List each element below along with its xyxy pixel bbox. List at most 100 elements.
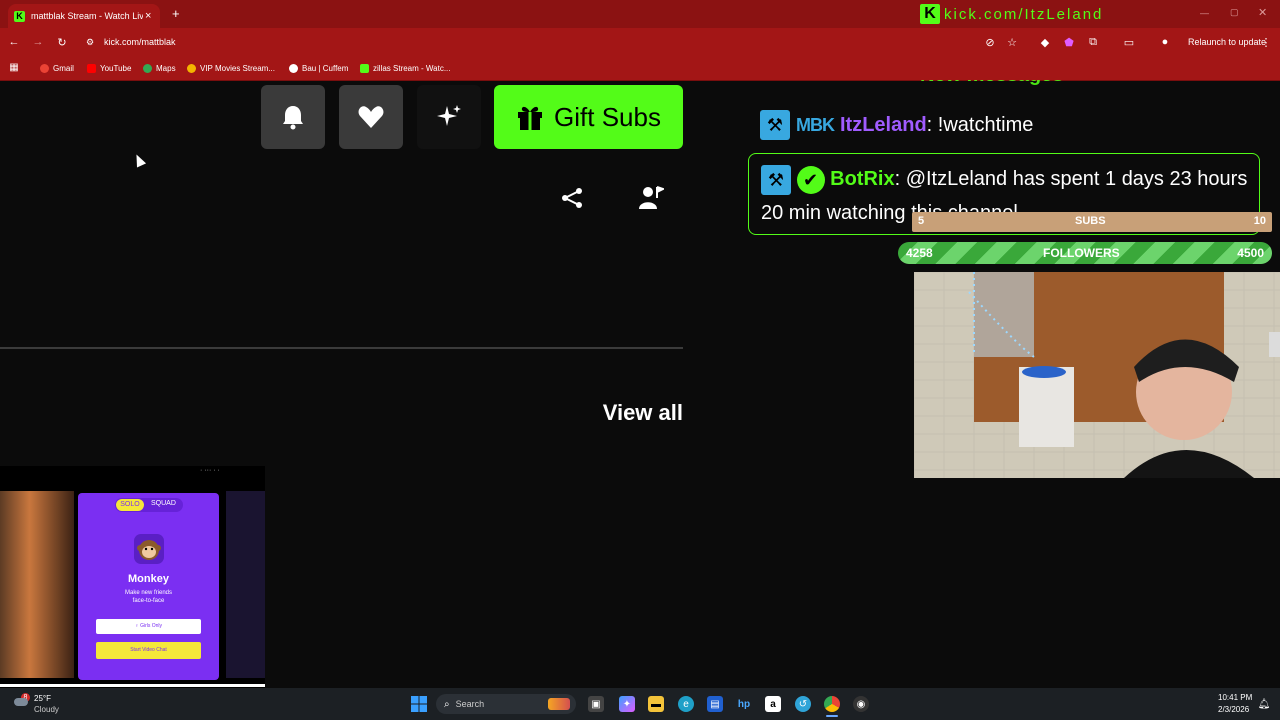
system-date[interactable]: 2/3/2026: [1218, 705, 1249, 714]
weather-widget[interactable]: 8 25°F Cloudy: [14, 692, 74, 716]
site-info-icon[interactable]: ⚙: [82, 34, 98, 50]
preview-toolbar: · ··· · ·: [200, 467, 220, 474]
verified-badge-icon: ✔: [796, 165, 825, 194]
bookmarks-bar: ▦ Gmail YouTube Maps VIP Movies Stream..…: [0, 56, 1280, 81]
bookmark-gmail[interactable]: Gmail: [40, 61, 74, 75]
system-time[interactable]: 10:41 PM: [1218, 693, 1252, 702]
profile-avatar-icon[interactable]: ●: [1157, 34, 1173, 50]
obs-recording-icon[interactable]: ◉: [853, 696, 869, 712]
tab-close-icon[interactable]: ×: [145, 10, 151, 22]
chat-text: : !watchtime: [926, 113, 1034, 136]
followers-current: 4258: [906, 246, 933, 260]
apps-grid-icon[interactable]: ▦: [6, 59, 22, 75]
bookmark-label: Bau | Cuffem: [302, 63, 349, 73]
follow-heart-button[interactable]: [339, 85, 403, 149]
bookmark-label: zillas Stream - Watc...: [373, 63, 451, 73]
browser-menu-icon[interactable]: ⋮: [1258, 34, 1274, 50]
window-minimize-icon[interactable]: —: [1200, 8, 1209, 18]
gift-subs-button[interactable]: Gift Subs: [494, 85, 683, 149]
globe-icon: [289, 63, 298, 73]
streamer-webcam: [914, 272, 1280, 478]
bookmark-zillas-stream[interactable]: zillas Stream - Watc...: [360, 61, 451, 75]
bookmark-bau-cuffem[interactable]: Bau | Cuffem: [289, 61, 348, 75]
subs-label: SUBS: [1075, 215, 1106, 227]
preview-progress: [0, 684, 265, 687]
new-tab-button[interactable]: +: [172, 6, 180, 21]
search-highlight-icon: [548, 698, 570, 710]
heart-icon: [358, 106, 384, 128]
gift-subs-label: Gift Subs: [554, 101, 661, 132]
youtube-icon: [87, 63, 96, 73]
sparkle-reward-button[interactable]: [417, 85, 481, 149]
bell-icon: [283, 106, 303, 130]
browser-tab-active[interactable]: K mattblak Stream - Watch Live c ×: [8, 4, 160, 28]
weather-condition: Cloudy: [34, 705, 59, 714]
microsoft-store-icon[interactable]: ▤: [707, 696, 723, 712]
windows-taskbar: [0, 688, 1280, 720]
bookmark-label: YouTube: [100, 63, 132, 73]
file-explorer-icon[interactable]: ▬: [648, 696, 664, 712]
monkey-subtitle-line2: face-to-face: [132, 598, 165, 604]
bookmark-label: Maps: [156, 63, 176, 73]
split-view-icon[interactable]: ▭: [1121, 34, 1137, 50]
followers-goal-bar: 4258 FOLLOWERS 4500: [898, 242, 1272, 264]
taskbar-active-indicator: [826, 715, 838, 717]
vip-icon: [187, 63, 196, 73]
preview-thumbnail[interactable]: · ··· · · SOLO SQUAD Monkey Make new fri…: [0, 466, 265, 688]
bookmark-vip-movies[interactable]: VIP Movies Stream...: [187, 61, 275, 75]
reload-icon[interactable]: ↻: [54, 34, 70, 50]
forward-arrow-icon[interactable]: →: [30, 34, 46, 50]
chat-badge: MBK: [796, 114, 835, 135]
kick-logo-icon: K: [920, 4, 940, 24]
chat-username: ItzLeland: [840, 113, 927, 136]
notification-bell-button[interactable]: [261, 85, 325, 149]
gift-icon: [518, 106, 543, 130]
tab-squad[interactable]: SQUAD: [151, 500, 176, 507]
extensions-puzzle-icon[interactable]: ⧉: [1085, 34, 1101, 50]
copilot-icon[interactable]: ✦: [619, 696, 635, 712]
bookmark-star-icon[interactable]: ☆: [1004, 34, 1020, 50]
tab-solo[interactable]: SOLO: [116, 499, 144, 511]
weather-temperature: 25°F: [34, 694, 51, 703]
back-arrow-icon[interactable]: ←: [6, 34, 22, 50]
cloud-icon: [14, 698, 28, 706]
extension-icon[interactable]: ◆: [1037, 34, 1053, 50]
start-video-chat-button[interactable]: Start Video Chat: [96, 642, 201, 659]
webcam-scene-icon: [914, 272, 1280, 478]
taskbar-search[interactable]: ⌕ Search: [436, 694, 576, 714]
bookmark-maps[interactable]: Maps: [143, 61, 176, 75]
share-icon: [562, 188, 582, 208]
hp-app-icon[interactable]: hp: [736, 696, 752, 712]
overlay-banner-text: kick.com/ItzLeland: [944, 5, 1104, 23]
address-url[interactable]: kick.com/mattblak: [104, 37, 176, 47]
subs-goal-bar: 5 SUBS 10: [912, 212, 1272, 232]
search-label: Search: [455, 699, 485, 709]
monkey-subtitle-line1: Make new friends: [124, 590, 173, 596]
girls-only-button[interactable]: ♀ Girls Only: [96, 619, 201, 634]
chrome-icon[interactable]: [824, 696, 840, 712]
tab-title: mattblak Stream - Watch Live c: [31, 11, 143, 21]
task-view-icon[interactable]: ▣: [588, 696, 604, 712]
mute-tab-icon[interactable]: ⊘: [982, 34, 998, 50]
windows-start-icon[interactable]: [411, 696, 427, 712]
moderator-hammer-icon: ⚒: [760, 110, 790, 140]
chat-username: BotRix: [830, 168, 895, 190]
moderator-hammer-icon: ⚒: [761, 164, 791, 195]
window-close-icon[interactable]: ✕: [1258, 6, 1267, 19]
amazon-icon[interactable]: a: [765, 696, 781, 712]
preview-left-video: [0, 491, 74, 678]
user-flag-icon: [639, 186, 666, 209]
edge-browser-icon[interactable]: e: [678, 696, 694, 712]
subs-current: 5: [918, 215, 925, 227]
edge-dev-icon[interactable]: ↺: [795, 696, 811, 712]
share-button[interactable]: [560, 186, 584, 210]
shield-extension-icon[interactable]: ⬟: [1061, 34, 1077, 50]
view-all-link[interactable]: View all: [560, 400, 683, 426]
window-maximize-icon[interactable]: ▢: [1230, 7, 1239, 18]
notification-center-icon[interactable]: 🔔︎: [1256, 696, 1272, 712]
bookmark-youtube[interactable]: YouTube: [87, 61, 131, 75]
followers-goal: 4500: [1237, 246, 1264, 260]
sparkle-icon: [437, 105, 461, 126]
report-user-button[interactable]: [638, 185, 666, 211]
relaunch-button[interactable]: Relaunch to update: [1188, 37, 1266, 47]
